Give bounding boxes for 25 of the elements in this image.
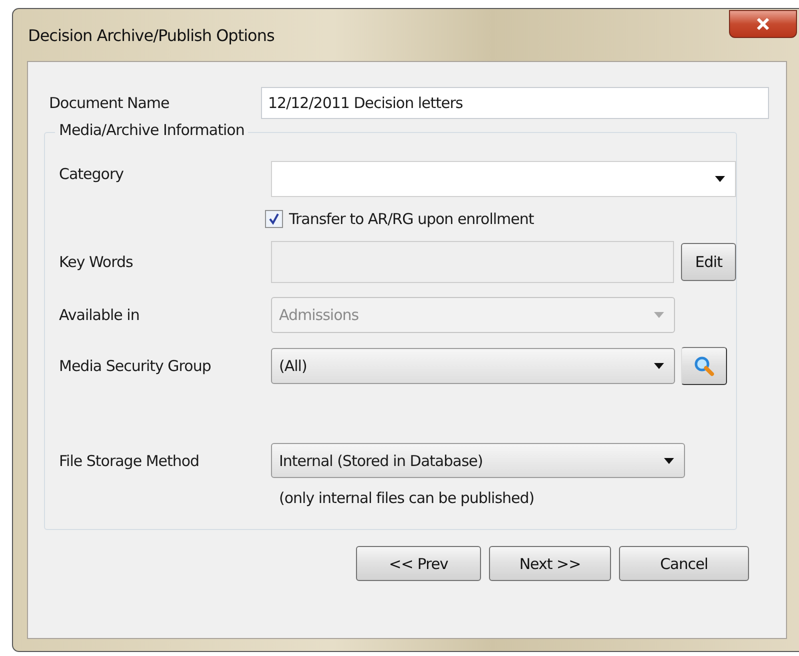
dialog-button[interactable]: << Prev [356, 546, 481, 581]
checkbox-label: Transfer to AR/RG upon enrollment [289, 210, 534, 228]
caret-icon [654, 312, 664, 318]
field-label: Available in [59, 306, 140, 324]
field-label: Category [59, 165, 125, 183]
dialog-button[interactable]: Cancel [619, 546, 749, 581]
field-label: Document Name [48, 94, 170, 112]
close-button[interactable] [729, 10, 797, 38]
close-icon [755, 17, 771, 31]
file-storage-method-dropdown[interactable]: Internal (Stored in Database) [271, 443, 685, 478]
field-label: File Storage Method [59, 452, 200, 470]
media-security-group-dropdown[interactable]: (All) [271, 348, 675, 384]
window-title: Decision Archive/Publish Options [27, 26, 274, 44]
dialog-button[interactable]: Next >> [489, 546, 611, 581]
storage-note: (only internal files can be published) [279, 489, 534, 507]
field-label: Media Security Group [59, 357, 212, 375]
transfer-checkbox[interactable] [265, 210, 283, 228]
search-icon [693, 355, 715, 377]
caret-icon [654, 363, 664, 369]
document-name-field[interactable]: 12/12/2011 Decision letters [261, 87, 769, 119]
search-button[interactable] [681, 347, 727, 385]
caret-icon [715, 176, 725, 182]
group-title: Media/Archive Information [55, 121, 248, 139]
field-label: Key Words [59, 253, 134, 271]
caret-icon [664, 458, 674, 464]
